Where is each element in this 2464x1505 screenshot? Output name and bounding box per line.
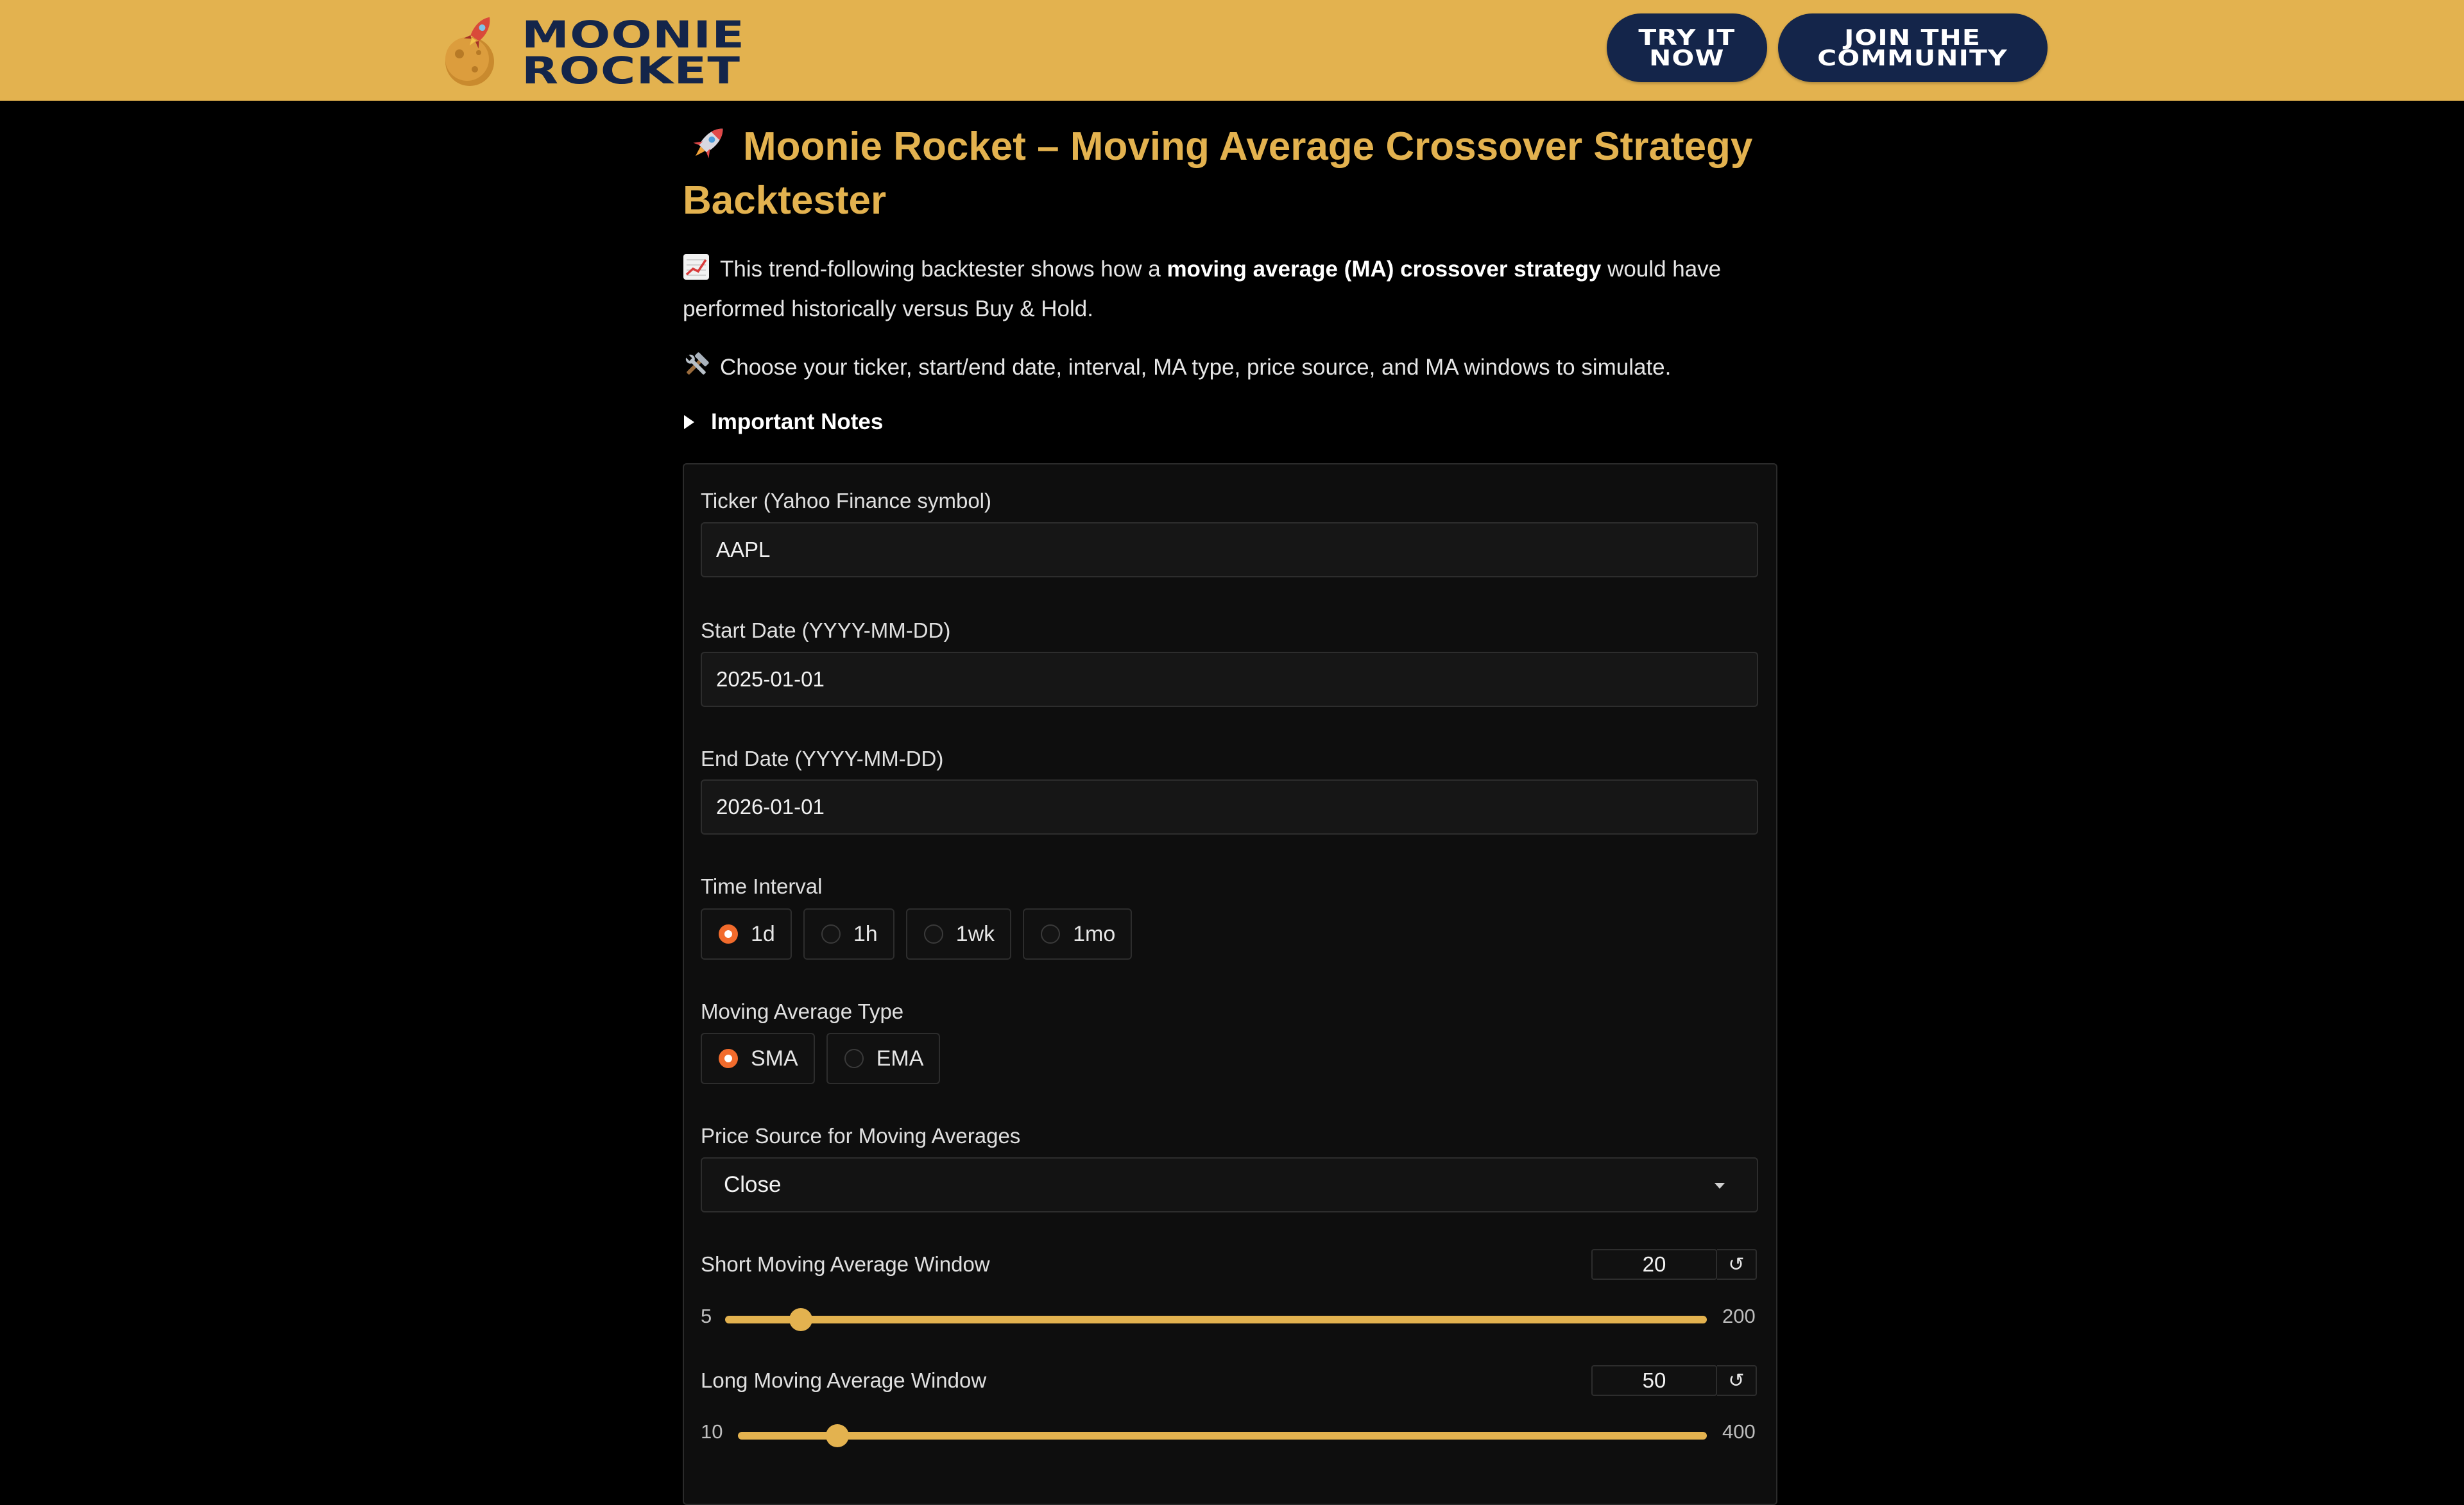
time-interval-radio-group: 1d 1h 1wk 1mo — [701, 908, 1133, 960]
long-window-max-label: 400 — [1722, 1420, 1756, 1443]
interval-option-label: 1h — [853, 921, 878, 946]
rocket-icon — [693, 128, 723, 158]
long-window-min-label: 10 — [701, 1420, 723, 1443]
start-date-input[interactable]: 2025-01-01 — [701, 652, 1758, 707]
reset-icon[interactable]: ↺ — [1717, 1249, 1757, 1280]
try-it-now-button[interactable]: TRY IT NOW — [1607, 13, 1767, 82]
price-source-label: Price Source for Moving Averages — [701, 1124, 1021, 1148]
reset-icon[interactable]: ↺ — [1717, 1365, 1757, 1396]
important-notes-label: Important Notes — [711, 409, 884, 434]
radio-unselected-icon — [821, 924, 841, 944]
interval-option-1mo[interactable]: 1mo — [1023, 908, 1133, 960]
short-window-label: Short Moving Average Window — [701, 1252, 990, 1276]
intro-bold-text: moving average (MA) crossover strategy — [1167, 257, 1602, 282]
time-interval-label: Time Interval — [701, 874, 823, 898]
price-source-value: Close — [724, 1172, 782, 1197]
ma-type-option-sma[interactable]: SMA — [701, 1033, 815, 1084]
price-source-select[interactable]: Close — [701, 1157, 1758, 1212]
ma-type-label: Moving Average Type — [701, 999, 904, 1023]
chart-increasing-icon — [683, 254, 709, 280]
page-title: Moonie Rocket – Moving Average Crossover… — [683, 120, 1777, 228]
ticker-label: Ticker (Yahoo Finance symbol) — [701, 489, 991, 513]
top-bar: MOONIE ROCKET TRY IT NOW JOIN THE COMMUN… — [0, 0, 2464, 101]
radio-unselected-icon — [1041, 924, 1061, 944]
interval-option-1h[interactable]: 1h — [803, 908, 894, 960]
page-title-text: Moonie Rocket – Moving Average Crossover… — [683, 124, 1753, 223]
chevron-down-icon — [1715, 1183, 1725, 1189]
long-window-slider-track[interactable] — [738, 1424, 1707, 1447]
hammer-wrench-icon — [685, 352, 709, 375]
logo-line-1: MOONIE — [522, 13, 746, 56]
radio-selected-icon — [719, 1049, 738, 1068]
short-window-number-input[interactable]: 20 — [1591, 1249, 1717, 1280]
interval-option-label: 1mo — [1073, 921, 1116, 946]
interval-option-1wk[interactable]: 1wk — [905, 908, 1012, 960]
radio-unselected-icon — [923, 924, 943, 944]
logo-wordmark: MOONIE ROCKET — [522, 16, 778, 89]
long-window-slider-thumb[interactable] — [825, 1424, 849, 1447]
ma-type-option-label: SMA — [751, 1046, 798, 1071]
instructions-text: Choose your ticker, start/end date, inte… — [720, 355, 1672, 380]
radio-unselected-icon — [844, 1049, 864, 1068]
short-window-slider-thumb[interactable] — [789, 1308, 812, 1331]
interval-option-1d[interactable]: 1d — [701, 908, 792, 960]
interval-option-label: 1d — [751, 921, 775, 946]
ma-type-option-ema[interactable]: EMA — [826, 1033, 941, 1084]
radio-selected-icon — [719, 924, 738, 944]
instructions-paragraph: Choose your ticker, start/end date, inte… — [683, 348, 1777, 387]
short-window-max-label: 200 — [1722, 1305, 1756, 1327]
start-date-label: Start Date (YYYY-MM-DD) — [701, 618, 951, 642]
backtest-form: Ticker (Yahoo Finance symbol) AAPL Start… — [683, 463, 1777, 1505]
ticker-input[interactable]: AAPL — [701, 522, 1758, 577]
logo-line-2: ROCKET — [522, 49, 741, 92]
short-window-min-label: 5 — [701, 1305, 712, 1327]
important-notes-expander[interactable]: Important Notes — [683, 406, 883, 438]
ma-type-option-label: EMA — [876, 1046, 924, 1071]
end-date-label: End Date (YYYY-MM-DD) — [701, 747, 944, 770]
intro-text-1: This trend-following backtester shows ho… — [720, 257, 1167, 282]
interval-option-label: 1wk — [955, 921, 995, 946]
long-window-label: Long Moving Average Window — [701, 1368, 987, 1392]
join-community-label: JOIN THE COMMUNITY — [1817, 24, 2008, 71]
long-window-number-input[interactable]: 50 — [1591, 1365, 1717, 1396]
join-community-button[interactable]: JOIN THE COMMUNITY — [1778, 13, 2048, 82]
ma-type-radio-group: SMA EMA — [701, 1033, 941, 1084]
moon-rocket-logo-icon — [445, 17, 494, 86]
short-window-slider-track[interactable] — [725, 1308, 1707, 1331]
try-it-now-label: TRY IT NOW — [1638, 24, 1736, 71]
end-date-input[interactable]: 2026-01-01 — [701, 779, 1758, 835]
intro-paragraph: This trend-following backtester shows ho… — [683, 250, 1777, 329]
caret-right-icon — [684, 415, 694, 429]
